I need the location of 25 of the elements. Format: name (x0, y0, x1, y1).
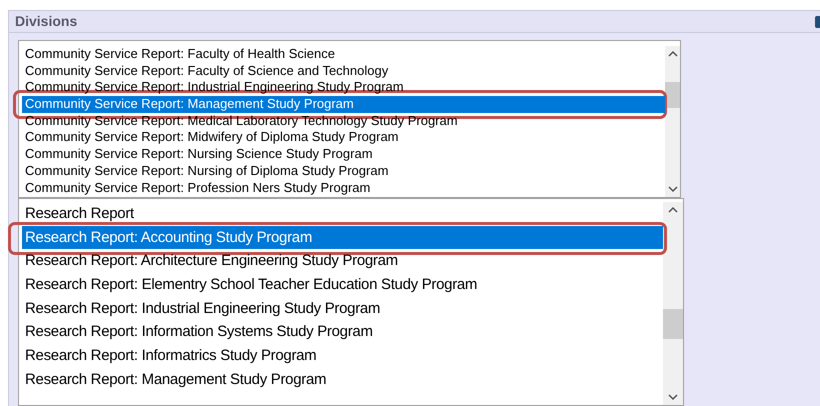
list-item[interactable]: Community Service Report: Midwifery of Diploma Study Program (22, 129, 665, 146)
list-item[interactable]: Community Service Report: Nursing Science Study Program (22, 146, 665, 163)
list-item[interactable]: Community Service Report: Faculty of Science and Technology (22, 62, 665, 80)
panel-title: Divisions (15, 12, 78, 31)
scroll-thumb[interactable] (665, 82, 680, 108)
list-item[interactable]: Research Report: Informatrics Study Program (22, 344, 663, 368)
list-item[interactable]: Research Report: Industrial Engineering Study Program (22, 296, 663, 320)
list-item[interactable]: Research Report: Architecture Engineering Study Program (22, 249, 663, 274)
scroll-down-icon[interactable] (668, 393, 678, 401)
scroll-thumb[interactable] (663, 309, 683, 339)
list-item[interactable]: Research Report: Information Systems Study Program (22, 320, 663, 344)
scroll-up-icon[interactable] (668, 206, 678, 214)
list-item[interactable]: Research Report: Elementry School Teacher Education Study Program (22, 273, 663, 297)
list-item[interactable]: Research Report: Management Study Program (22, 368, 663, 392)
list-item[interactable]: Community Service Report: Profession Ners Study Program (22, 180, 665, 196)
list-item[interactable]: Research Report: Accounting Study Program (22, 226, 663, 250)
list-item[interactable]: Community Service Report: Management Study Program (22, 96, 665, 113)
scrollbar[interactable] (663, 202, 683, 405)
list-item[interactable]: Community Service Report: Nursing of Diploma Study Program (22, 162, 665, 180)
panel-icon (815, 16, 820, 28)
list-item[interactable]: Research Report (22, 202, 663, 226)
scrollbar[interactable] (665, 46, 680, 197)
scroll-down-icon[interactable] (668, 185, 678, 193)
list-item[interactable]: Community Service Report: Faculty of Health Science (22, 46, 665, 63)
scroll-up-icon[interactable] (668, 50, 678, 58)
